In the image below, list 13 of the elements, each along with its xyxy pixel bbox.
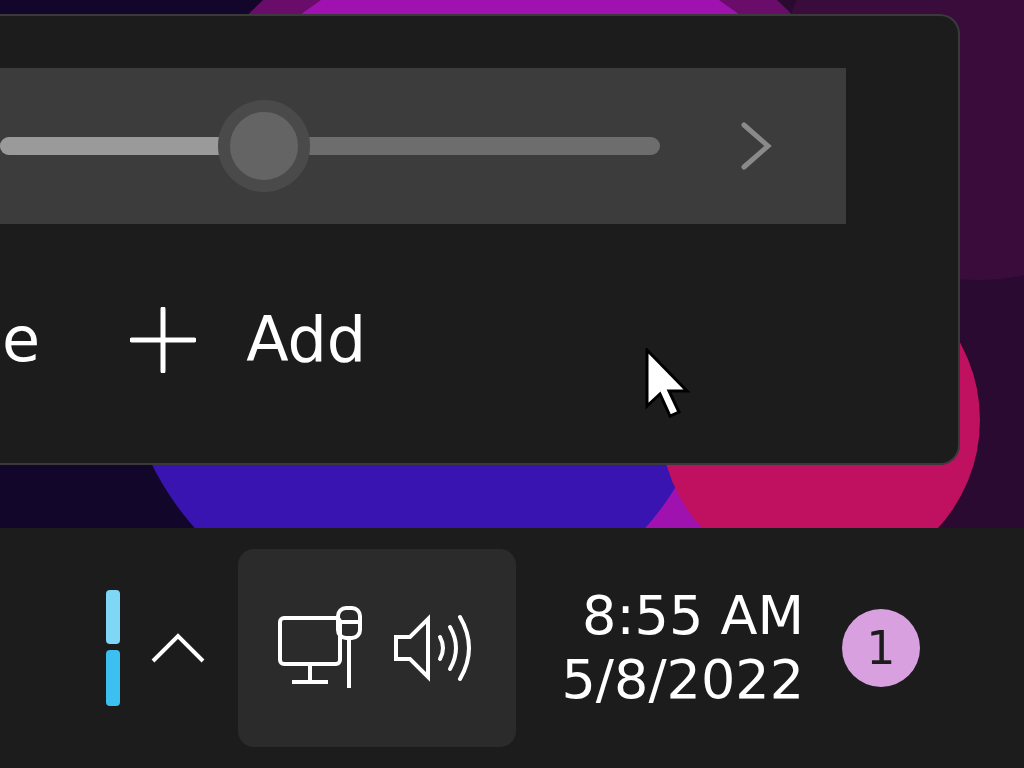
clock-date[interactable]: 5/8/2022 <box>561 648 804 712</box>
add-button[interactable]: Add <box>130 307 367 374</box>
chevron-right-icon[interactable] <box>740 120 772 171</box>
edit-label[interactable]: e <box>2 309 41 372</box>
volume-slider[interactable] <box>0 99 660 192</box>
system-tray-button[interactable] <box>238 549 516 747</box>
network-icon <box>278 606 362 690</box>
app-icon[interactable] <box>106 590 120 706</box>
clock-time[interactable]: 8:55 AM <box>582 584 804 648</box>
cursor-icon <box>645 348 693 420</box>
notification-badge[interactable]: 1 <box>842 609 920 687</box>
plus-icon <box>130 307 197 374</box>
chevron-up-icon[interactable] <box>150 632 206 664</box>
